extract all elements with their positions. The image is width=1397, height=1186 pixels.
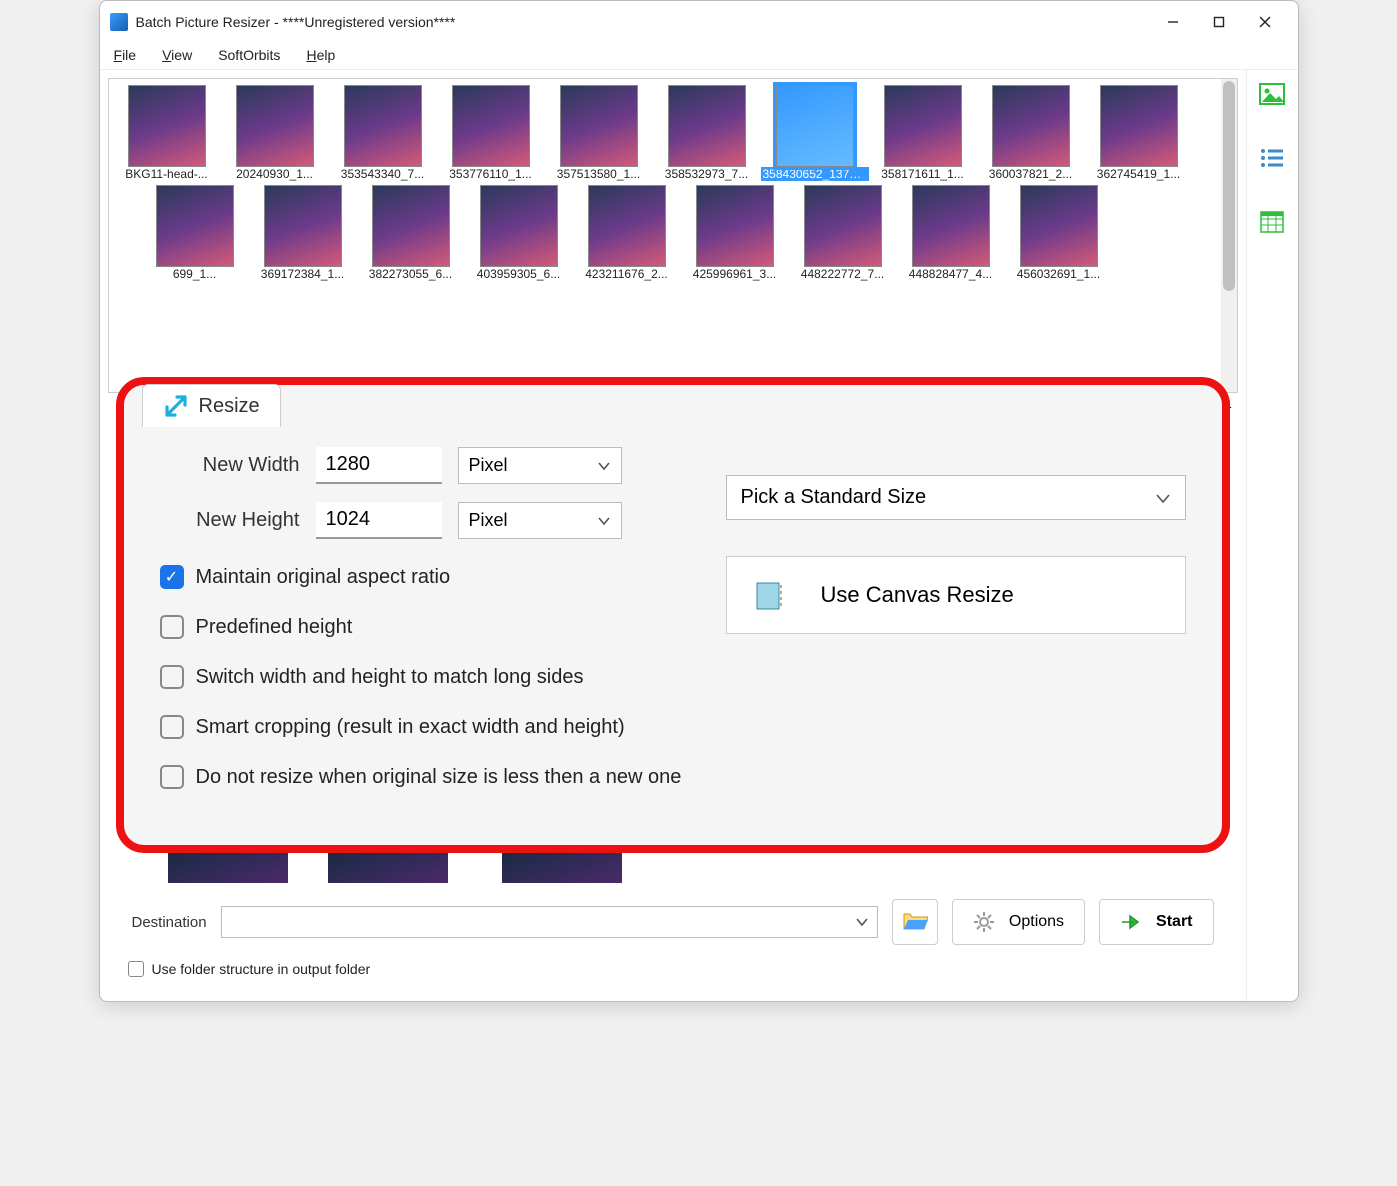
- thumbnail-label: 362745419_1...: [1085, 167, 1193, 181]
- thumbnail-label: 357513580_1...: [545, 167, 653, 181]
- close-button[interactable]: [1242, 7, 1288, 37]
- menu-file[interactable]: File: [114, 47, 137, 63]
- thumbnail-label: 448222772_7...: [789, 267, 897, 281]
- chevron-down-icon: [597, 514, 611, 528]
- tab-resize-label: Resize: [199, 395, 260, 418]
- menu-help[interactable]: Help: [306, 47, 335, 63]
- thumbnail-label: 425996961_3...: [681, 267, 789, 281]
- height-input[interactable]: [316, 502, 442, 539]
- thumbnail-item[interactable]: 423211676_2...: [573, 185, 681, 281]
- list-icon: [1260, 148, 1284, 168]
- thumbnail-label: 358532973_7...: [653, 167, 761, 181]
- canvas-icon: [751, 575, 791, 615]
- scrollbar[interactable]: [1221, 79, 1237, 392]
- thumbnail-row-partial: [108, 849, 1238, 887]
- thumbnail-label: 353543340_7...: [329, 167, 437, 181]
- folder-structure-checkbox[interactable]: Use folder structure in output folder: [108, 957, 1238, 993]
- gear-icon: [973, 911, 995, 933]
- window-title: Batch Picture Resizer - ****Unregistered…: [136, 14, 1150, 30]
- width-unit-select[interactable]: Pixel: [458, 447, 622, 484]
- standard-size-select[interactable]: Pick a Standard Size: [726, 475, 1186, 520]
- thumbnail-item[interactable]: 358171611_1...: [869, 85, 977, 181]
- thumbnail-item[interactable]: 382273055_6...: [357, 185, 465, 281]
- thumbnail-label: 353776110_1...: [437, 167, 545, 181]
- thumbnail-item[interactable]: 456032691_1...: [1005, 185, 1113, 281]
- chevron-down-icon: [1155, 490, 1171, 506]
- thumbnail-item[interactable]: BKG11-head-...: [113, 85, 221, 181]
- chevron-down-icon: [855, 915, 869, 929]
- resize-icon: [163, 393, 189, 419]
- smart-cropping-checkbox[interactable]: Smart cropping (result in exact width an…: [160, 715, 686, 739]
- switch-sides-checkbox[interactable]: Switch width and height to match long si…: [160, 665, 686, 689]
- check-icon: ✓: [160, 565, 184, 589]
- thumbnail-label: 456032691_1...: [1005, 267, 1113, 281]
- resize-panel-highlight: Resize New Width Pixel New Height Pixel: [116, 377, 1230, 853]
- browse-folder-button[interactable]: [892, 899, 938, 945]
- minimize-button[interactable]: [1150, 7, 1196, 37]
- thumbnail-item[interactable]: 403959305_6...: [465, 185, 573, 281]
- thumbnail-item[interactable]: 358532973_7...: [653, 85, 761, 181]
- thumbnail-item[interactable]: 353776110_1...: [437, 85, 545, 181]
- destination-select[interactable]: [221, 906, 878, 938]
- thumbnail-label: 699_1...: [141, 267, 249, 281]
- options-button[interactable]: Options: [952, 899, 1085, 945]
- thumbnail-item[interactable]: 362745419_1...: [1085, 85, 1193, 181]
- menu-view[interactable]: View: [162, 47, 192, 63]
- thumbnail-label: 20240930_1...: [221, 167, 329, 181]
- thumbnail-label: BKG11-head-...: [113, 167, 221, 181]
- thumbnail-label: 382273055_6...: [357, 267, 465, 281]
- picture-icon: [1259, 83, 1285, 105]
- thumbnail-item[interactable]: 425996961_3...: [681, 185, 789, 281]
- app-icon: [110, 13, 128, 31]
- thumbnail-item[interactable]: 369172384_1...: [249, 185, 357, 281]
- folder-open-icon: [902, 911, 928, 933]
- destination-label: Destination: [132, 914, 207, 931]
- menu-softorbits[interactable]: SoftOrbits: [218, 47, 280, 63]
- start-button[interactable]: Start: [1099, 899, 1213, 945]
- play-arrow-icon: [1120, 911, 1142, 933]
- thumbnail-grid[interactable]: BKG11-head-...20240930_1...353543340_7..…: [108, 78, 1238, 393]
- thumbnail-item[interactable]: 353543340_7...: [329, 85, 437, 181]
- thumbnail-label: 448828477_4...: [897, 267, 1005, 281]
- predefined-height-checkbox[interactable]: Predefined height: [160, 615, 686, 639]
- thumbnail-item[interactable]: 357513580_1...: [545, 85, 653, 181]
- maximize-button[interactable]: [1196, 7, 1242, 37]
- canvas-resize-button[interactable]: Use Canvas Resize: [726, 556, 1186, 634]
- no-resize-smaller-checkbox[interactable]: Do not resize when original size is less…: [160, 765, 686, 789]
- chevron-down-icon: [597, 459, 611, 473]
- thumbnail-label: 360037821_2...: [977, 167, 1085, 181]
- side-btn-list[interactable]: [1254, 140, 1290, 176]
- thumbnail-item[interactable]: 699_1...: [141, 185, 249, 281]
- thumbnail-label: 358171611_1...: [869, 167, 977, 181]
- table-icon: [1260, 211, 1284, 233]
- height-unit-select[interactable]: Pixel: [458, 502, 622, 539]
- thumbnail-item[interactable]: 358430652_137601268295585_48971930598631…: [761, 85, 869, 181]
- thumbnail-item[interactable]: 448828477_4...: [897, 185, 1005, 281]
- thumbnail-label: 358430652_137601268295585_48971930598631…: [761, 167, 869, 181]
- thumbnail-label: 423211676_2...: [573, 267, 681, 281]
- thumbnail-label: 369172384_1...: [249, 267, 357, 281]
- side-btn-table[interactable]: [1254, 204, 1290, 240]
- side-btn-image[interactable]: [1254, 76, 1290, 112]
- thumbnail-item[interactable]: 448222772_7...: [789, 185, 897, 281]
- height-label: New Height: [160, 509, 300, 532]
- tab-resize[interactable]: Resize: [142, 384, 281, 427]
- width-input[interactable]: [316, 447, 442, 484]
- thumbnail-label: 403959305_6...: [465, 267, 573, 281]
- maintain-ratio-checkbox[interactable]: ✓Maintain original aspect ratio: [160, 565, 686, 589]
- thumbnail-item[interactable]: 20240930_1...: [221, 85, 329, 181]
- width-label: New Width: [160, 454, 300, 477]
- thumbnail-item[interactable]: 360037821_2...: [977, 85, 1085, 181]
